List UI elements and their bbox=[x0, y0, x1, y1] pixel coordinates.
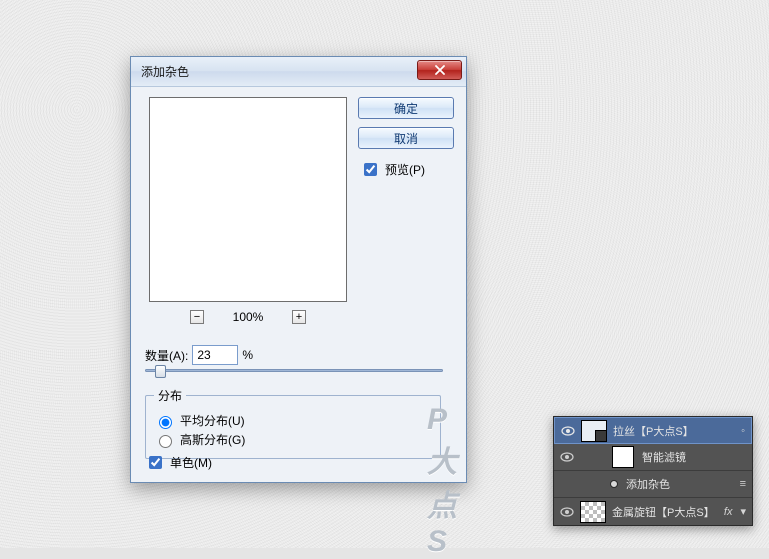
preview-checkbox-label: 预览(P) bbox=[385, 161, 425, 178]
close-icon bbox=[434, 65, 446, 75]
preview-box[interactable] bbox=[149, 97, 347, 302]
minus-icon: − bbox=[194, 312, 200, 323]
layer-row-knob[interactable]: 金属旋钮【P大点S】 fx ▾ bbox=[554, 498, 752, 525]
zoom-in-button[interactable]: + bbox=[292, 310, 306, 324]
gaussian-radio-row[interactable]: 高斯分布(G) bbox=[154, 431, 432, 448]
amount-input[interactable] bbox=[192, 345, 238, 365]
monochrome-label: 单色(M) bbox=[170, 454, 212, 471]
filter-options-icon[interactable]: ≡ bbox=[740, 478, 748, 490]
preview-checkbox-row[interactable]: 预览(P) bbox=[360, 160, 454, 179]
layer-thumbnail[interactable] bbox=[580, 501, 606, 523]
uniform-radio-row[interactable]: 平均分布(U) bbox=[154, 412, 432, 429]
visibility-toggle[interactable] bbox=[558, 452, 576, 462]
distribution-legend: 分布 bbox=[154, 387, 186, 404]
chevron-down-icon[interactable]: ▾ bbox=[738, 505, 748, 518]
layers-panel: 拉丝【P大点S】 ◦ 智能滤镜 添加杂色 ≡ 金属旋钮【P大点S】 fx ▾ bbox=[553, 416, 753, 526]
uniform-radio-label: 平均分布(U) bbox=[180, 412, 245, 429]
gaussian-radio-label: 高斯分布(G) bbox=[180, 431, 245, 448]
dialog-body: − 100% + 确定 取消 预览(P) 数量(A): % 分布 bbox=[131, 87, 466, 482]
visibility-toggle[interactable] bbox=[559, 426, 577, 436]
expand-icon[interactable]: ◦ bbox=[739, 425, 747, 437]
amount-suffix: % bbox=[242, 348, 253, 362]
uniform-radio[interactable] bbox=[159, 416, 172, 429]
zoom-controls: − 100% + bbox=[149, 310, 347, 324]
gaussian-radio[interactable] bbox=[159, 435, 172, 448]
dialog-buttons: 确定 取消 预览(P) bbox=[358, 97, 454, 179]
titlebar[interactable]: 添加杂色 bbox=[131, 57, 466, 87]
smart-filter-item[interactable]: 添加杂色 ≡ bbox=[554, 471, 752, 498]
layer-row-brushed[interactable]: 拉丝【P大点S】 ◦ bbox=[554, 417, 752, 444]
close-button[interactable] bbox=[417, 60, 462, 80]
layer-thumbnail[interactable] bbox=[581, 420, 607, 442]
filter-mask-thumbnail[interactable] bbox=[612, 446, 634, 468]
smart-filters-header[interactable]: 智能滤镜 bbox=[554, 444, 752, 471]
eye-icon bbox=[561, 426, 575, 436]
preview-checkbox[interactable] bbox=[364, 163, 377, 176]
cancel-button[interactable]: 取消 bbox=[358, 127, 454, 149]
slider-thumb[interactable] bbox=[155, 365, 166, 378]
slider-track bbox=[145, 369, 443, 372]
zoom-percent: 100% bbox=[226, 310, 270, 324]
filter-name[interactable]: 添加杂色 bbox=[624, 476, 740, 492]
plus-icon: + bbox=[296, 312, 302, 323]
filter-dot-icon bbox=[610, 480, 618, 488]
smart-filters-label: 智能滤镜 bbox=[640, 449, 686, 465]
fx-badge[interactable]: fx bbox=[724, 506, 735, 518]
amount-row: 数量(A): % bbox=[145, 345, 253, 365]
visibility-toggle[interactable] bbox=[558, 507, 576, 517]
distribution-fieldset: 分布 平均分布(U) 高斯分布(G) bbox=[145, 387, 441, 459]
ok-button[interactable]: 确定 bbox=[358, 97, 454, 119]
amount-slider[interactable] bbox=[145, 369, 443, 372]
add-noise-dialog: 添加杂色 − 100% + 确定 取消 预览(P) 数量(A): % bbox=[130, 56, 467, 483]
monochrome-checkbox[interactable] bbox=[149, 456, 162, 469]
eye-icon bbox=[560, 452, 574, 462]
eye-icon bbox=[560, 507, 574, 517]
monochrome-row[interactable]: 单色(M) bbox=[145, 453, 212, 472]
zoom-out-button[interactable]: − bbox=[190, 310, 204, 324]
amount-label: 数量(A): bbox=[145, 347, 188, 364]
layer-name[interactable]: 拉丝【P大点S】 bbox=[611, 423, 735, 439]
dialog-title: 添加杂色 bbox=[141, 63, 417, 80]
layer-name[interactable]: 金属旋钮【P大点S】 bbox=[610, 504, 720, 520]
